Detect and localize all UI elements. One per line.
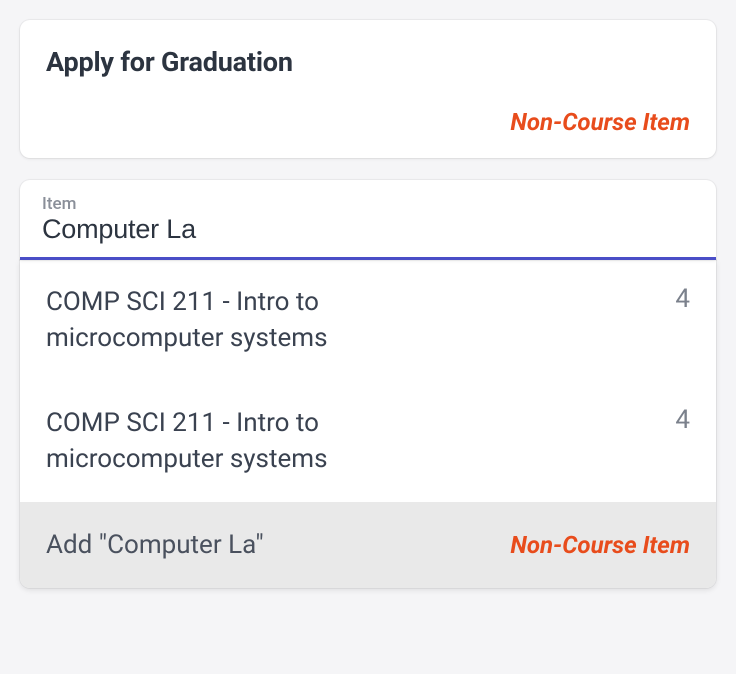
selected-item-card[interactable]: Apply for Graduation Non-Course Item [20,20,716,158]
non-course-badge: Non-Course Item [46,108,690,136]
add-custom-label: Add "Computer La" [46,530,264,560]
suggestion-title: COMP SCI 211 - Intro to microcomputer sy… [46,405,486,478]
suggestion-title: COMP SCI 211 - Intro to microcomputer sy… [46,284,486,357]
suggestion-dropdown: COMP SCI 211 - Intro to microcomputer sy… [20,260,716,588]
item-search-field[interactable]: Item [20,180,716,260]
item-search-label: Item [42,194,694,214]
suggestion-credits: 4 [666,284,690,314]
item-search-input[interactable] [42,214,694,245]
suggestion-option[interactable]: COMP SCI 211 - Intro to microcomputer sy… [20,381,716,502]
add-custom-option[interactable]: Add "Computer La" Non-Course Item [20,502,716,588]
suggestion-credits: 4 [666,405,690,435]
suggestion-option[interactable]: COMP SCI 211 - Intro to microcomputer sy… [20,260,716,381]
non-course-badge: Non-Course Item [510,531,690,559]
selected-item-title: Apply for Graduation [46,46,690,78]
